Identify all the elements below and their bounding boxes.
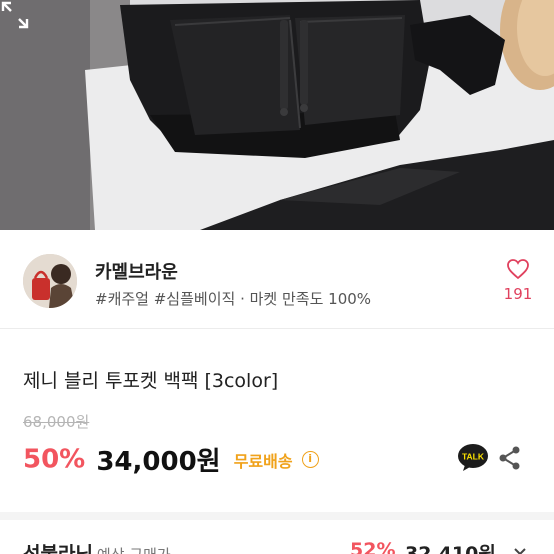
discount-rate: 50% (23, 444, 86, 475)
divider (0, 328, 554, 329)
expected-price: 32,410원 (405, 543, 496, 554)
like-button[interactable]: 191 (500, 258, 536, 303)
sale-price: 34,000원 (96, 447, 221, 477)
expected-purchase-row[interactable]: 선불라닌 예상 구매가 52% 32,410원 (0, 520, 554, 554)
share-icon[interactable] (498, 445, 522, 471)
expected-purchase-label: 선불라닌 예상 구매가 (23, 539, 171, 554)
like-count: 191 (503, 285, 533, 303)
seller-tags: #캐주얼 #심플베이직 · 마켓 만족도 100% (95, 290, 372, 308)
price-row: 50% 34,000원 무료배송 i (23, 441, 319, 477)
original-price: 68,000원 (23, 413, 90, 431)
product-title: 제니 블리 투포켓 백팩 [3color] (23, 370, 279, 392)
expected-discount: 52% (350, 539, 396, 554)
kakao-talk-icon[interactable]: TALK (457, 442, 489, 474)
expand-icon[interactable] (0, 0, 30, 30)
seller-row[interactable]: 카멜브라운 #캐주얼 #심플베이직 · 마켓 만족도 100% 191 (0, 230, 554, 328)
chevron-down-icon[interactable] (512, 544, 528, 554)
seller-name[interactable]: 카멜브라운 (95, 258, 178, 284)
seller-avatar-image (23, 254, 77, 308)
expected-purchase-sublabel: 예상 구매가 (97, 546, 171, 554)
seller-avatar[interactable] (23, 254, 77, 308)
heart-icon[interactable] (506, 258, 530, 280)
expected-purchase-title: 선불라닌 (23, 543, 93, 554)
product-photo-backpack (0, 0, 554, 230)
section-divider (0, 512, 554, 520)
info-icon[interactable]: i (301, 451, 319, 468)
free-shipping-badge: 무료배송 (233, 451, 293, 471)
product-photo (0, 0, 554, 230)
talk-label: TALK (462, 452, 485, 462)
